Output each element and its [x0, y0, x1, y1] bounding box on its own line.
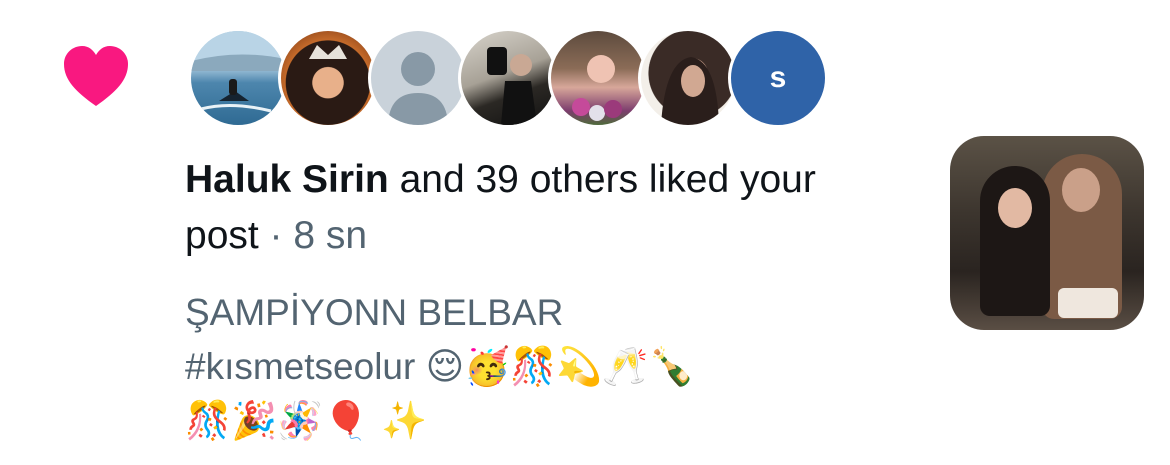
- heart-icon: [64, 46, 128, 106]
- avatar[interactable]: [458, 28, 558, 128]
- avatar[interactable]: [278, 28, 378, 128]
- avatar[interactable]: [548, 28, 648, 128]
- thumbnail-face: [1062, 168, 1100, 212]
- post-line: #kısmetseolur 😌🥳🎊💫🥂🍾: [185, 340, 905, 394]
- thumbnail-cake: [1058, 288, 1118, 318]
- emoji-sequence: 🎊🎉🪅🎈 ✨: [185, 399, 428, 442]
- post-line: ŞAMPİYONN BELBAR: [185, 292, 564, 333]
- post-thumbnail[interactable]: [950, 136, 1144, 330]
- actor-name[interactable]: Haluk Sirin: [185, 158, 389, 201]
- avatar[interactable]: [638, 28, 738, 128]
- emoji-sequence: 😌🥳🎊💫🥂🍾: [425, 345, 695, 388]
- separator-dot: ·: [258, 214, 294, 257]
- avatar-initial-letter: s: [769, 61, 787, 94]
- thumbnail-face: [998, 188, 1032, 228]
- post-preview-text[interactable]: ŞAMPİYONN BELBAR #kısmetseolur 😌🥳🎊💫🥂🍾 🎊🎉…: [185, 286, 905, 448]
- avatar-initial[interactable]: s: [728, 28, 828, 128]
- avatar[interactable]: [188, 28, 288, 128]
- notification-headline: Haluk Sirin and 39 others liked your pos…: [185, 152, 885, 264]
- hashtag[interactable]: #kısmetseolur: [185, 346, 415, 387]
- avatar[interactable]: [368, 28, 468, 128]
- timestamp: 8 sn: [293, 214, 368, 257]
